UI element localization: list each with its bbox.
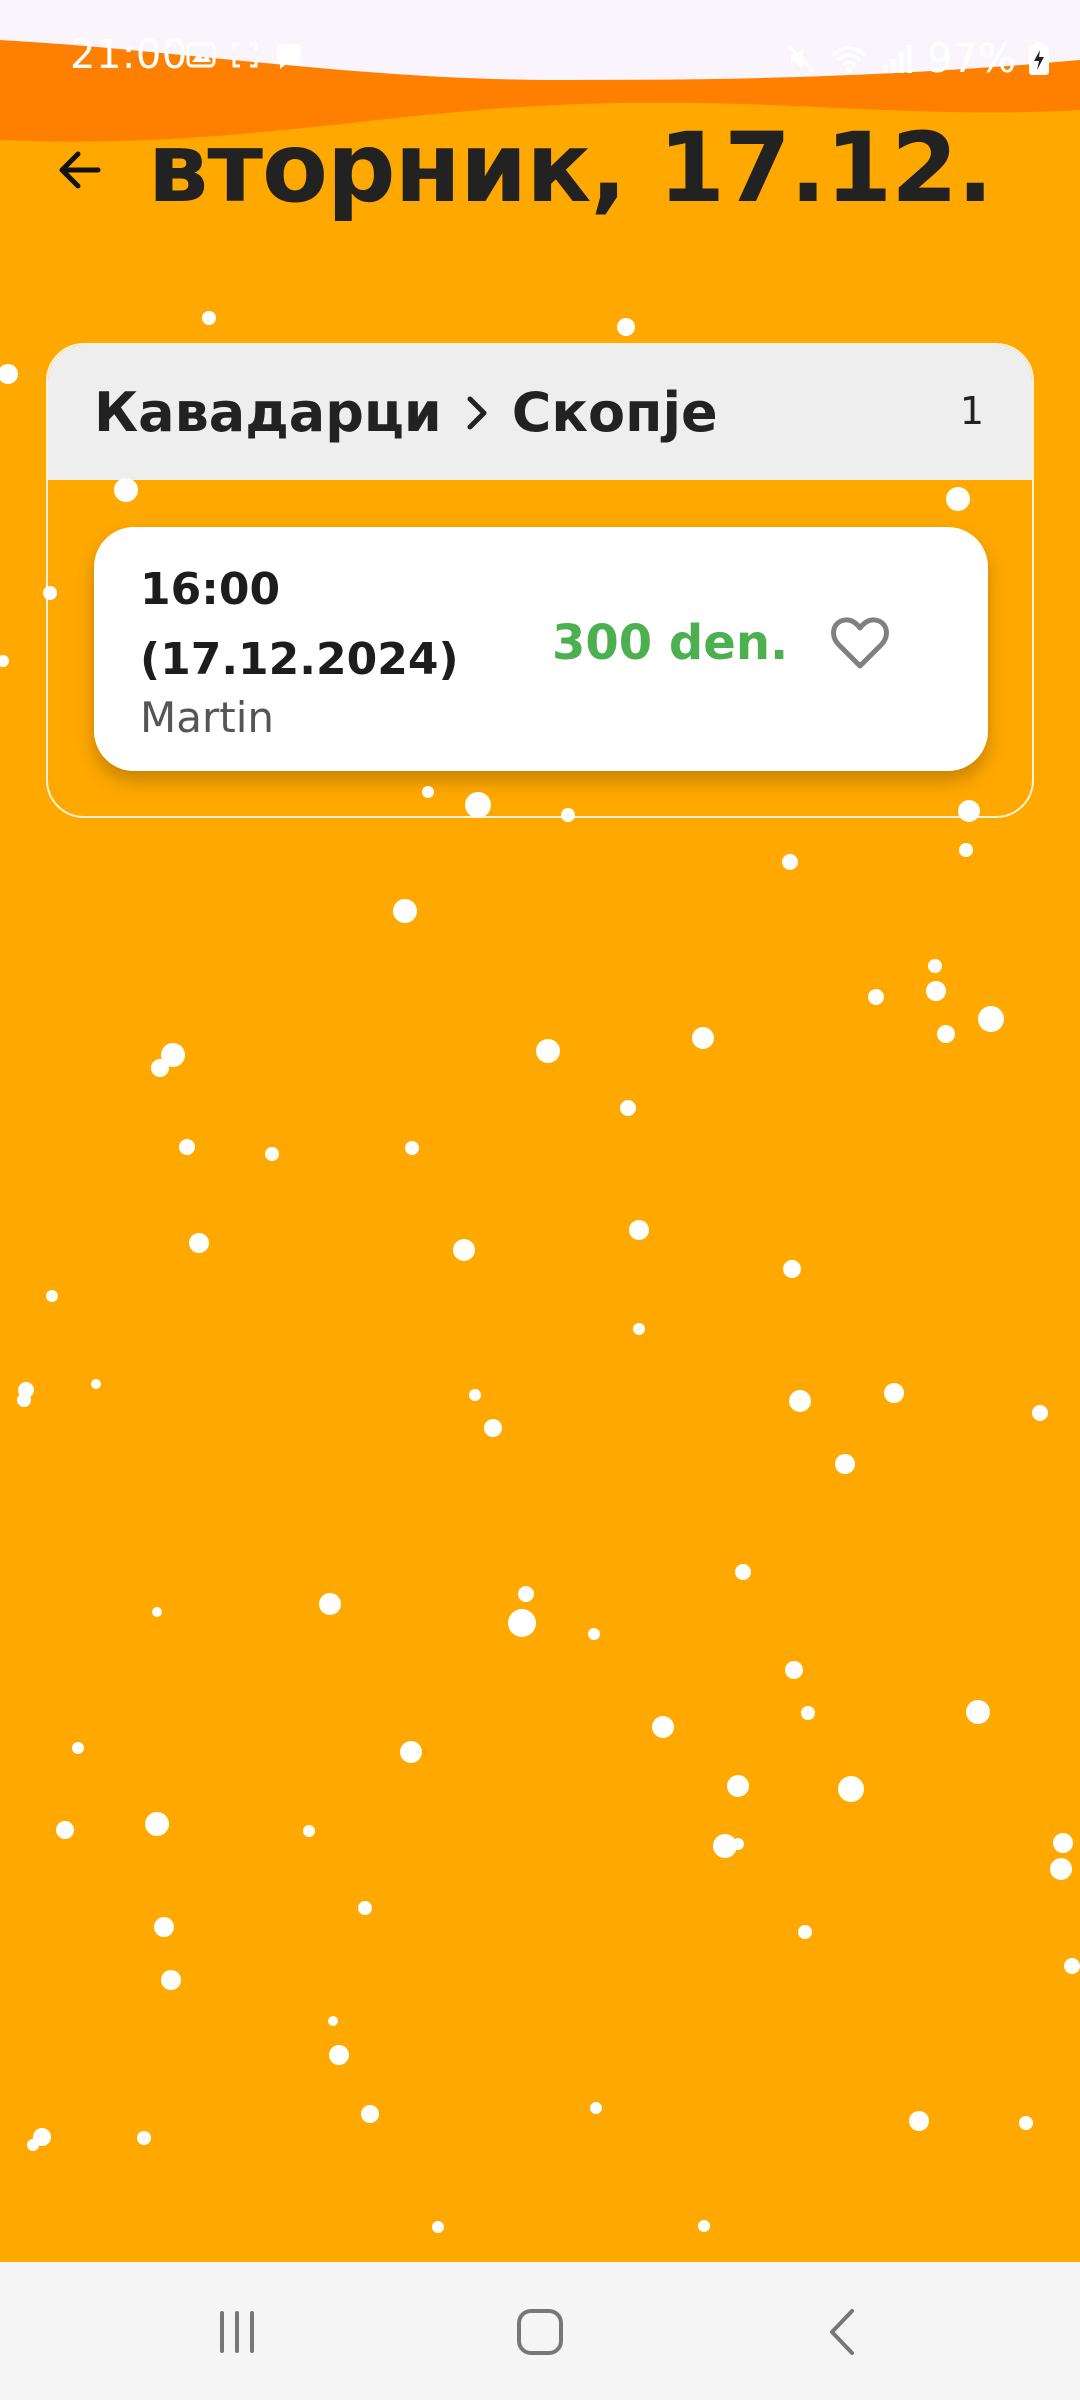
battery-percent: 97% <box>927 36 1016 82</box>
message-icon <box>274 40 304 70</box>
home-icon[interactable] <box>495 2292 585 2372</box>
ride-price: 300 den. <box>552 615 789 671</box>
route-header[interactable]: Кавадарци Скопје 1 <box>48 345 1032 480</box>
page-title: вторник, 17.12. <box>147 112 994 224</box>
route-from: Кавадарци <box>94 381 442 444</box>
route-title: Кавадарци Скопје <box>94 381 718 444</box>
wifi-icon <box>829 43 869 75</box>
mute-icon <box>785 43 817 75</box>
battery-charging-icon <box>1028 42 1050 76</box>
route-count: 1 <box>959 389 984 433</box>
ride-datetime: 16:00 (17.12.2024) <box>140 555 459 695</box>
route-group: Кавадарци Скопје 1 16:00 (17.12.2024) Ma… <box>46 343 1034 818</box>
recent-apps-icon[interactable] <box>192 2292 282 2372</box>
snowfall-decoration <box>0 311 1080 2233</box>
back-icon[interactable] <box>798 2292 888 2372</box>
signal-icon <box>881 43 915 75</box>
route-to: Скопје <box>511 381 718 444</box>
status-time: 21:00 <box>70 32 188 78</box>
chevron-right-icon <box>464 393 490 433</box>
gallery-icon <box>186 40 216 70</box>
system-nav-bar <box>0 2262 1080 2400</box>
ride-time: 16:00 <box>140 564 281 615</box>
ride-date: (17.12.2024) <box>140 634 459 685</box>
ride-card[interactable]: 16:00 (17.12.2024) Martin 300 den. <box>94 527 988 771</box>
screenshot-icon <box>230 40 260 70</box>
heart-outline-icon[interactable] <box>824 607 896 679</box>
page-header: вторник, 17.12. <box>0 100 1080 240</box>
ride-driver: Martin <box>140 693 274 742</box>
